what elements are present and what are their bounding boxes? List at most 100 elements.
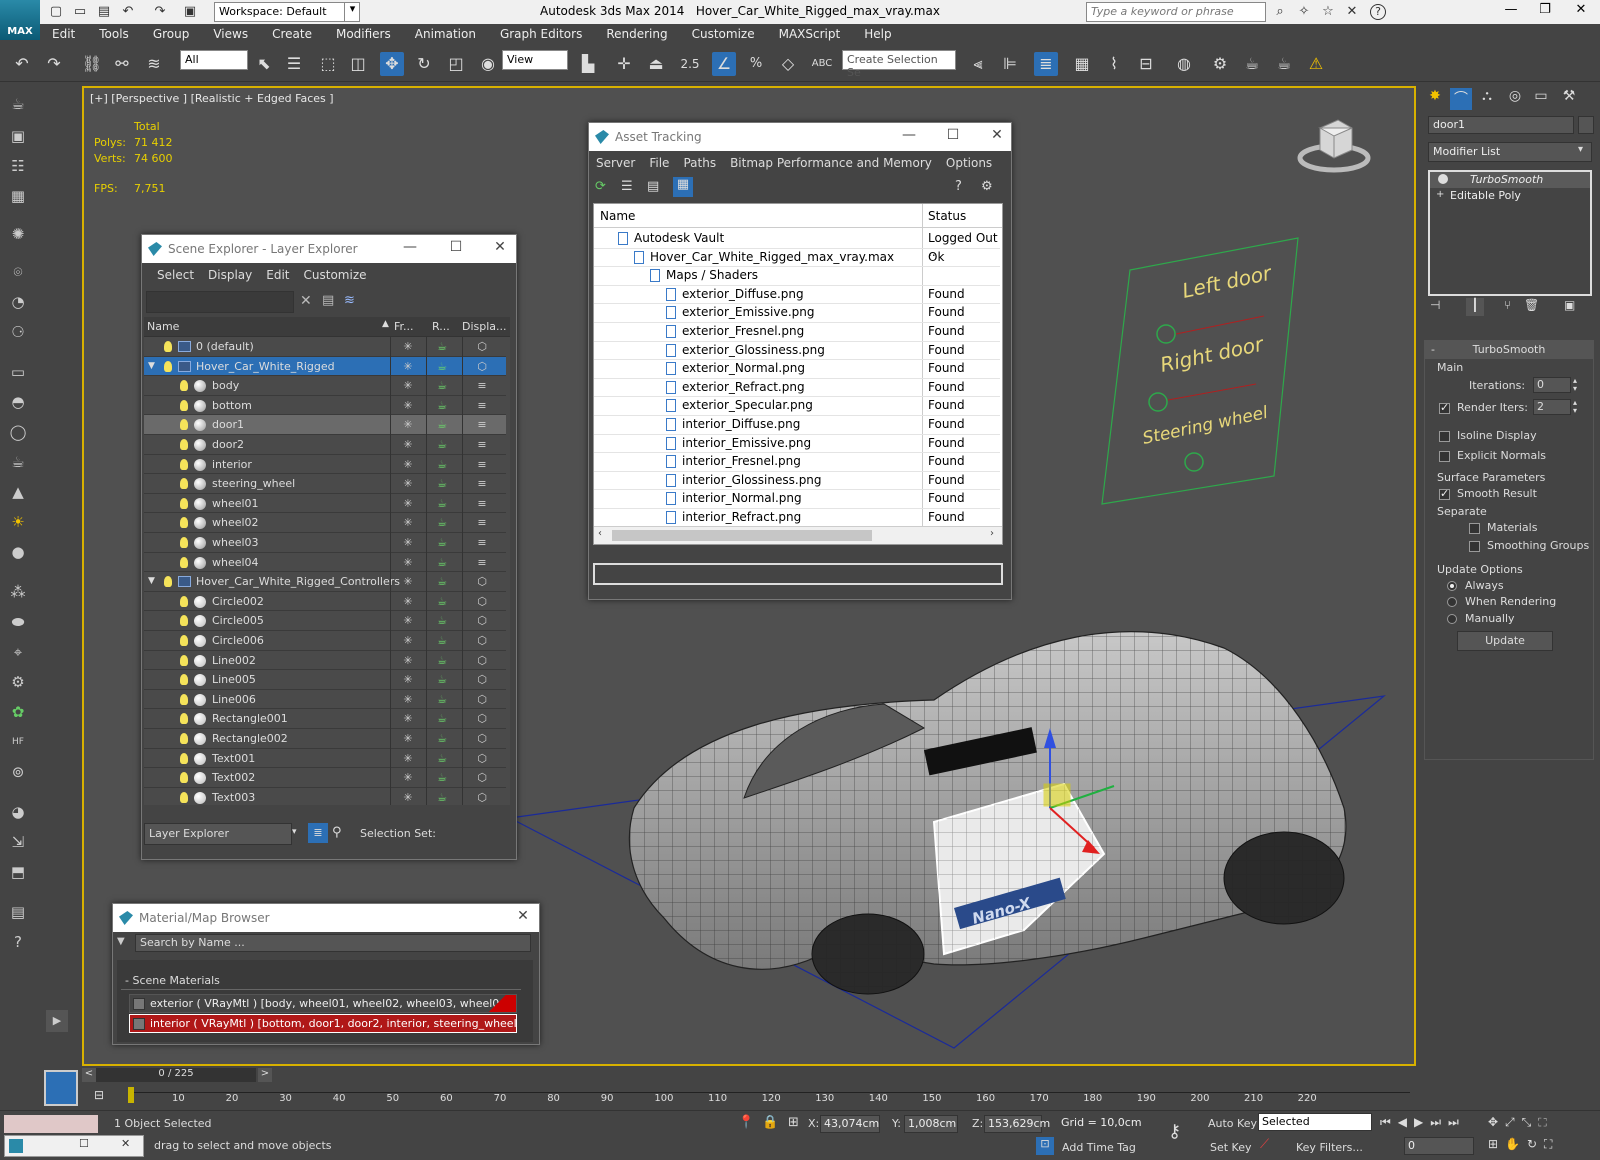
options-dropdown-icon[interactable]: ▼ <box>117 936 131 952</box>
remove-modifier-icon[interactable]: 🗑 <box>1524 298 1539 312</box>
select-and-rotate-icon[interactable]: ↻ <box>412 52 436 76</box>
menu-customize[interactable]: Customize <box>297 268 374 282</box>
display-icon[interactable]: ≡ <box>464 458 500 471</box>
menu-options[interactable]: Options <box>939 156 999 170</box>
communication-icon[interactable]: ✧ <box>1296 4 1312 20</box>
freeze-icon[interactable]: ✳ <box>390 418 426 431</box>
left-door-controller[interactable] <box>1156 324 1176 344</box>
scroll-left-icon[interactable]: ‹ <box>598 528 602 539</box>
add-to-layer-icon[interactable]: ≋ <box>344 293 355 308</box>
taskbar-window-thumb[interactable]: ☐ ✕ <box>4 1135 144 1157</box>
exchange-icon[interactable]: ✕ <box>1344 4 1360 20</box>
render-icon[interactable]: ☕ <box>424 399 460 412</box>
xref-icon[interactable]: ⊚ <box>6 760 30 784</box>
lightbulb-icon[interactable] <box>180 537 188 548</box>
configure-sets-icon[interactable]: ▣ <box>1564 298 1575 312</box>
object-row[interactable]: steering_wheel ✳ ☕ ≡ <box>144 474 506 494</box>
sun-icon[interactable]: ☀ <box>6 510 30 534</box>
menu-rendering[interactable]: Rendering <box>594 27 679 41</box>
freeze-icon[interactable]: ✳ <box>390 497 426 510</box>
render-icon[interactable]: ☕ <box>424 791 460 804</box>
time-slider[interactable]: 0 / 225 <box>96 1068 256 1082</box>
close-button[interactable]: ✕ <box>513 908 533 928</box>
menu-animation[interactable]: Animation <box>403 27 488 41</box>
material-search-input[interactable]: Search by Name ... <box>135 934 531 952</box>
binoculars-icon[interactable]: ⌕ <box>1272 4 1288 20</box>
freeze-icon[interactable]: ✳ <box>390 693 426 706</box>
display-icon[interactable]: ⬡ <box>464 791 500 804</box>
menu-select[interactable]: Select <box>150 268 201 282</box>
render-icon[interactable]: ☕ <box>424 771 460 784</box>
undo-icon[interactable]: ↶ <box>120 4 136 20</box>
current-frame-marker[interactable] <box>128 1087 134 1103</box>
list-icon[interactable]: ☷ <box>6 154 30 178</box>
object-row[interactable]: wheel04 ✳ ☕ ≡ <box>144 553 506 573</box>
render-icon[interactable]: ☕ <box>424 654 460 667</box>
table-view-icon[interactable]: ▦ <box>673 177 693 197</box>
freeze-icon[interactable]: ✳ <box>390 634 426 647</box>
object-row[interactable]: Circle006 ✳ ☕ ⬡ <box>144 631 506 651</box>
play-panel-icon[interactable]: ▶ <box>46 1010 68 1032</box>
particles-icon[interactable]: ⁂ <box>6 580 30 604</box>
stack-item-editable-poly[interactable]: Editable Poly <box>1430 188 1590 204</box>
compass-icon[interactable]: ⌖ <box>6 640 30 664</box>
display-icon[interactable]: ⬡ <box>464 595 500 608</box>
sphere-icon[interactable]: ◯ <box>6 420 30 444</box>
freeze-icon[interactable]: ✳ <box>390 595 426 608</box>
lightbulb-icon[interactable] <box>180 733 188 744</box>
maximize-button[interactable]: ❐ <box>1530 2 1560 22</box>
display-icon[interactable]: ⬡ <box>464 634 500 647</box>
update-button[interactable]: Update <box>1457 631 1553 651</box>
key-filters-icon[interactable]: ⟋ <box>1260 1137 1269 1152</box>
help-icon[interactable]: ? <box>6 930 30 954</box>
render-icon[interactable]: ☕ <box>424 438 460 451</box>
object-name-field[interactable]: door1 <box>1428 116 1574 134</box>
redo-icon[interactable]: ↷ <box>152 4 168 20</box>
expand-toggle-icon[interactable]: ▼ <box>148 361 155 371</box>
explicit-normals-checkbox[interactable] <box>1439 451 1450 462</box>
film-icon[interactable]: ⚆ <box>6 320 30 344</box>
freeze-icon[interactable]: ✳ <box>390 673 426 686</box>
display-icon[interactable]: ≡ <box>464 497 500 510</box>
place-icon[interactable]: ◉ <box>476 52 500 76</box>
object-row[interactable]: Line002 ✳ ☕ ⬡ <box>144 651 506 671</box>
layer-mode-icon[interactable]: ≣ <box>308 823 328 843</box>
plant-icon[interactable]: ✿ <box>6 700 30 724</box>
render-icon[interactable]: ☕ <box>424 497 460 510</box>
object-row[interactable]: Circle005 ✳ ☕ ⬡ <box>144 611 506 631</box>
maxscript-listener-field[interactable] <box>4 1115 98 1133</box>
capsule-icon[interactable]: ⬬ <box>6 610 30 634</box>
display-icon[interactable]: ⬡ <box>464 575 500 588</box>
freeze-icon[interactable]: ✳ <box>390 732 426 745</box>
display-icon[interactable]: ⬡ <box>464 360 500 373</box>
smoothing-groups-checkbox[interactable] <box>1469 541 1480 552</box>
lightbulb-icon[interactable] <box>180 458 188 470</box>
freeze-icon[interactable]: ✳ <box>390 575 426 588</box>
display-icon[interactable]: ⬡ <box>464 771 500 784</box>
render-icon[interactable]: ☕ <box>424 752 460 765</box>
lightbulb-icon[interactable] <box>164 576 172 588</box>
camera-icon[interactable]: ⌾ <box>6 260 30 284</box>
panel-icon[interactable]: ▤ <box>6 900 30 924</box>
hierarchy-mode-icon[interactable]: ⚲ <box>332 825 342 840</box>
x-coordinate-field[interactable]: 43,074cm <box>820 1115 880 1133</box>
render-icon[interactable]: ☕ <box>424 673 460 686</box>
render-icon[interactable]: ☕ <box>424 360 460 373</box>
time-slider-next-icon[interactable]: > <box>258 1068 272 1082</box>
display-icon[interactable]: ≡ <box>464 556 500 569</box>
lightbulb-icon[interactable] <box>180 595 188 607</box>
new-layer-icon[interactable]: ▤ <box>322 293 334 308</box>
keyboard-shortcut-override-icon[interactable]: ⏏ <box>644 52 668 76</box>
column-name[interactable]: Name <box>147 320 179 333</box>
mirror-icon[interactable]: ⫷ <box>966 52 990 76</box>
menu-graph-editors[interactable]: Graph Editors <box>488 27 594 41</box>
key-mode-dropdown[interactable]: Selected <box>1258 1113 1372 1131</box>
steering-wheel-controller[interactable] <box>1184 452 1204 472</box>
script-icon[interactable]: ⬒ <box>6 860 30 884</box>
lightbulb-icon[interactable] <box>180 439 188 450</box>
freeze-icon[interactable]: ✳ <box>390 360 426 373</box>
display-icon[interactable]: ⬡ <box>464 693 500 706</box>
asset-row[interactable]: exterior_Specular.png Found <box>594 397 1000 416</box>
display-icon[interactable]: ≡ <box>464 516 500 529</box>
display-tab-icon[interactable]: ▭ <box>1530 88 1552 110</box>
